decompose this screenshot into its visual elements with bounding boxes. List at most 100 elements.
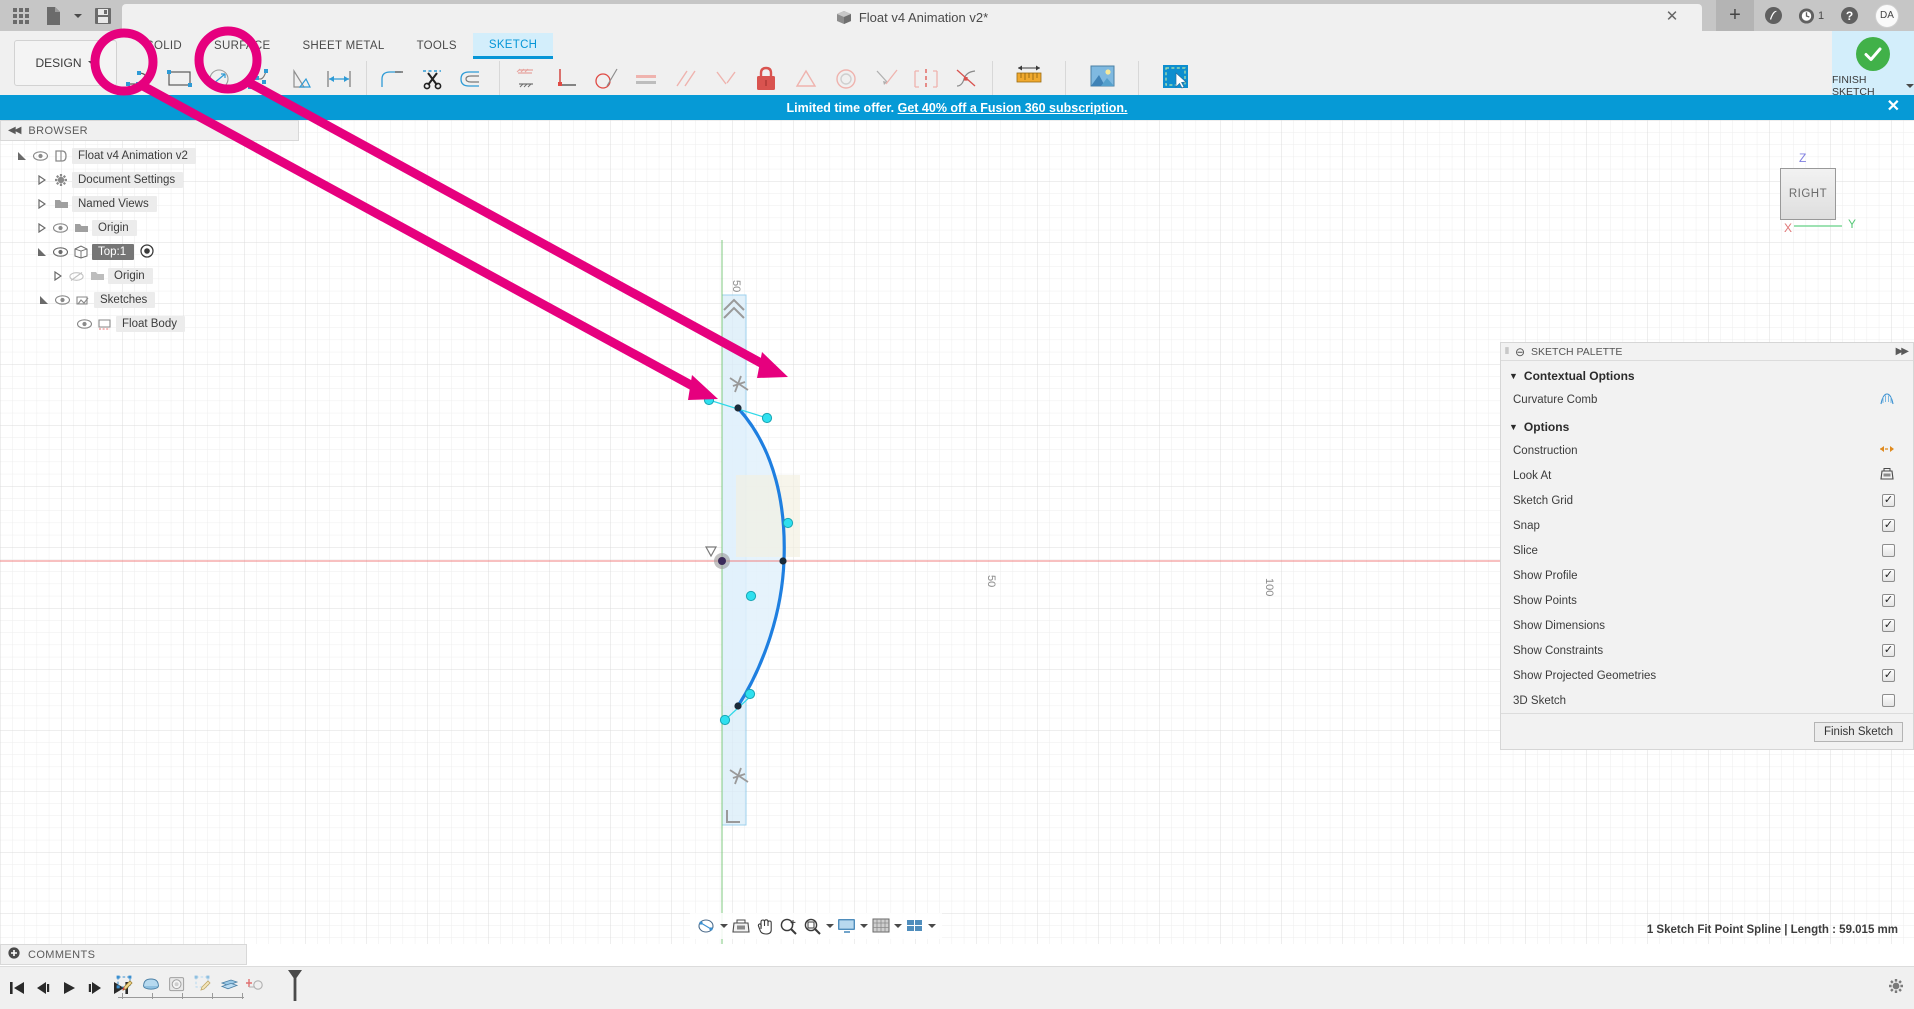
expand-arrow-icon[interactable] [34, 244, 50, 260]
palette-row-sketch-grid[interactable]: Sketch Grid [1501, 488, 1913, 513]
midpoint-icon[interactable] [786, 59, 826, 99]
fillet-icon[interactable] [373, 59, 413, 99]
rectangle-icon[interactable] [160, 59, 200, 99]
palette-row-show-constraints[interactable]: Show Constraints [1501, 638, 1913, 663]
line-icon[interactable] [120, 59, 160, 99]
palette-row-show-points[interactable]: Show Points [1501, 588, 1913, 613]
expand-right-icon[interactable]: ▶▶ [1896, 346, 1913, 357]
comments-panel[interactable]: COMMENTS [0, 944, 247, 965]
promo-link[interactable]: Get 40% off a Fusion 360 subscription. [898, 101, 1128, 115]
dimension-icon[interactable] [320, 59, 360, 99]
save-icon[interactable] [88, 2, 118, 29]
tab-surface[interactable]: SURFACE [198, 33, 286, 59]
workspace-switcher[interactable]: DESIGN [14, 40, 117, 86]
sketch2-feature-icon[interactable] [192, 971, 214, 997]
tab-tools[interactable]: TOOLS [401, 33, 473, 59]
tree-node-sketches[interactable]: Sketches [0, 288, 300, 312]
expand-arrow-icon[interactable] [36, 292, 52, 308]
symmetry-icon[interactable] [906, 59, 946, 99]
view-cube[interactable]: Z X Y RIGHT [1756, 148, 1866, 238]
collapse-arrow-icon[interactable] [34, 172, 50, 188]
tab-solid[interactable]: SOLID [130, 33, 198, 59]
tab-sheet-metal[interactable]: SHEET METAL [286, 33, 400, 59]
palette-row-look-at[interactable]: Look At [1501, 463, 1913, 488]
activate-component-radio[interactable] [140, 243, 154, 261]
timeline-marker[interactable] [285, 969, 305, 1008]
tree-node-root[interactable]: Float v4 Animation v2 [0, 144, 300, 168]
new-file-dropdown-icon[interactable] [70, 2, 86, 29]
revolve-feature-icon[interactable] [140, 971, 162, 997]
collapse-arrow-icon[interactable] [34, 220, 50, 236]
tab-sketch[interactable]: SKETCH [472, 33, 554, 59]
equal-icon[interactable] [626, 59, 666, 99]
tree-node-origin-nested[interactable]: Origin [0, 264, 300, 288]
grid-snaps-icon[interactable] [870, 915, 892, 937]
curvature-comb-icon[interactable] [1879, 392, 1895, 408]
eye-icon[interactable] [50, 244, 70, 260]
eye-icon[interactable] [74, 316, 94, 332]
look-at-icon[interactable] [1879, 467, 1895, 484]
show-points-checkbox[interactable] [1882, 594, 1895, 607]
zoom-fit-icon[interactable] [802, 915, 824, 937]
show-projected-geometries-checkbox[interactable] [1882, 669, 1895, 682]
slice-checkbox[interactable] [1882, 544, 1895, 557]
chevron-down-icon[interactable] [928, 924, 936, 928]
new-file-icon[interactable] [38, 2, 68, 29]
tangent-icon[interactable] [586, 59, 626, 99]
view-cube-face[interactable]: RIGHT [1780, 168, 1836, 220]
chevron-down-icon[interactable] [860, 924, 868, 928]
show-constraints-checkbox[interactable] [1882, 644, 1895, 657]
tree-node-origin-top[interactable]: Origin [0, 216, 300, 240]
show-profile-checkbox[interactable] [1882, 569, 1895, 582]
collapse-arrow-icon[interactable] [50, 268, 66, 284]
help-icon[interactable]: ? [1830, 0, 1868, 31]
trim-scissors-icon[interactable] [413, 59, 453, 99]
tree-node-float-body[interactable]: Float Body [0, 312, 300, 336]
palette-row-construction[interactable]: Construction [1501, 438, 1913, 463]
construct-point-icon[interactable] [244, 971, 266, 997]
eye-off-icon[interactable] [66, 268, 86, 284]
palette-grip[interactable]: ⦀ [1505, 346, 1509, 357]
add-comment-icon[interactable] [8, 947, 20, 962]
palette-row-show-profile[interactable]: Show Profile [1501, 563, 1913, 588]
chevron-down-icon[interactable] [826, 924, 834, 928]
chevron-down-icon[interactable] [894, 924, 902, 928]
collinear-icon[interactable] [706, 59, 746, 99]
collapse-left-icon[interactable]: ◀◀ [8, 125, 21, 136]
palette-row-slice[interactable]: Slice [1501, 538, 1913, 563]
close-banner-icon[interactable]: ✕ [1887, 99, 1900, 115]
sketch-feature-icon[interactable] [114, 971, 136, 997]
3d-sketch-checkbox[interactable] [1882, 694, 1895, 707]
close-document-tab-icon[interactable]: ✕ [1664, 9, 1680, 25]
finish-sketch-palette-button[interactable]: Finish Sketch [1813, 721, 1903, 742]
eye-icon[interactable] [52, 292, 72, 308]
step-back-icon[interactable] [32, 973, 54, 1003]
eye-icon[interactable] [30, 148, 50, 164]
collapse-arrow-icon[interactable] [34, 196, 50, 212]
palette-row-snap[interactable]: Snap [1501, 513, 1913, 538]
tree-node-top-1[interactable]: Top:1 [0, 240, 300, 264]
data-panel-icon[interactable] [1754, 0, 1792, 31]
timeline-track[interactable] [118, 997, 244, 998]
zoom-icon[interactable] [778, 915, 800, 937]
parallel-icon[interactable] [666, 59, 706, 99]
viewports-icon[interactable] [904, 915, 926, 937]
perpendicular-icon[interactable] [546, 59, 586, 99]
palette-row-show-dimensions[interactable]: Show Dimensions [1501, 613, 1913, 638]
pan-icon[interactable] [754, 915, 776, 937]
orbit-icon[interactable] [696, 915, 718, 937]
tree-node-document-settings[interactable]: Document Settings [0, 168, 300, 192]
ground-icon[interactable] [506, 59, 546, 99]
offset-plane-icon[interactable] [218, 971, 240, 997]
fix-lock-icon[interactable] [746, 59, 786, 99]
timeline-settings-gear-icon[interactable] [1888, 978, 1904, 999]
palette-section-contextual[interactable]: ▼ Contextual Options [1501, 361, 1913, 387]
finish-sketch-button[interactable]: FINISH SKETCH [1832, 31, 1914, 98]
sketch-grid-checkbox[interactable] [1882, 494, 1895, 507]
app-grid-icon[interactable] [6, 2, 36, 29]
palette-section-options[interactable]: ▼ Options [1501, 412, 1913, 438]
avatar[interactable]: DA [1868, 0, 1906, 31]
chevron-down-icon[interactable] [720, 924, 728, 928]
show-dimensions-checkbox[interactable] [1882, 619, 1895, 632]
look-at-icon[interactable] [730, 915, 752, 937]
